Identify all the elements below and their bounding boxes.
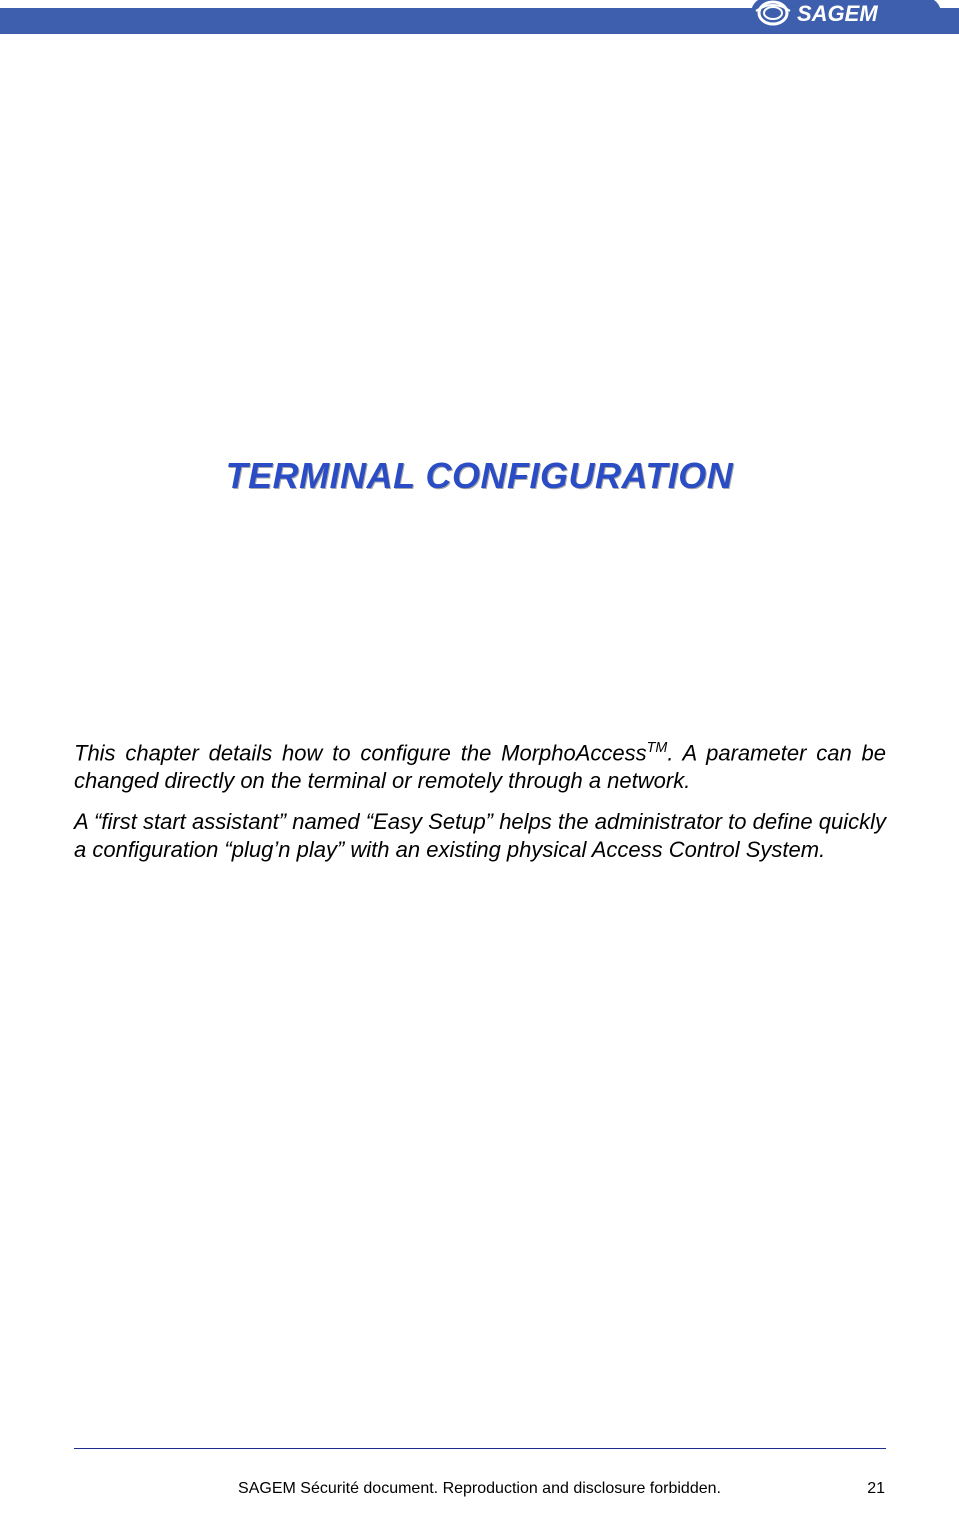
p1-part-a: This chapter details how to configure th… bbox=[74, 740, 647, 765]
footer-divider bbox=[74, 1448, 886, 1449]
brand-text: SAGEM bbox=[797, 1, 878, 26]
intro-paragraph-2: A “first start assistant” named “Easy Se… bbox=[74, 808, 886, 864]
footer-notice: SAGEM Sécurité document. Reproduction an… bbox=[0, 1480, 959, 1498]
trademark-superscript: TM bbox=[647, 740, 668, 756]
page-number: 21 bbox=[867, 1480, 885, 1498]
brand-logo: SAGEM bbox=[751, 0, 941, 30]
sagem-logo-icon: SAGEM bbox=[751, 0, 941, 31]
intro-paragraph-1: This chapter details how to configure th… bbox=[74, 739, 886, 796]
chapter-title: TERMINAL CONFIGURATION bbox=[0, 455, 959, 497]
